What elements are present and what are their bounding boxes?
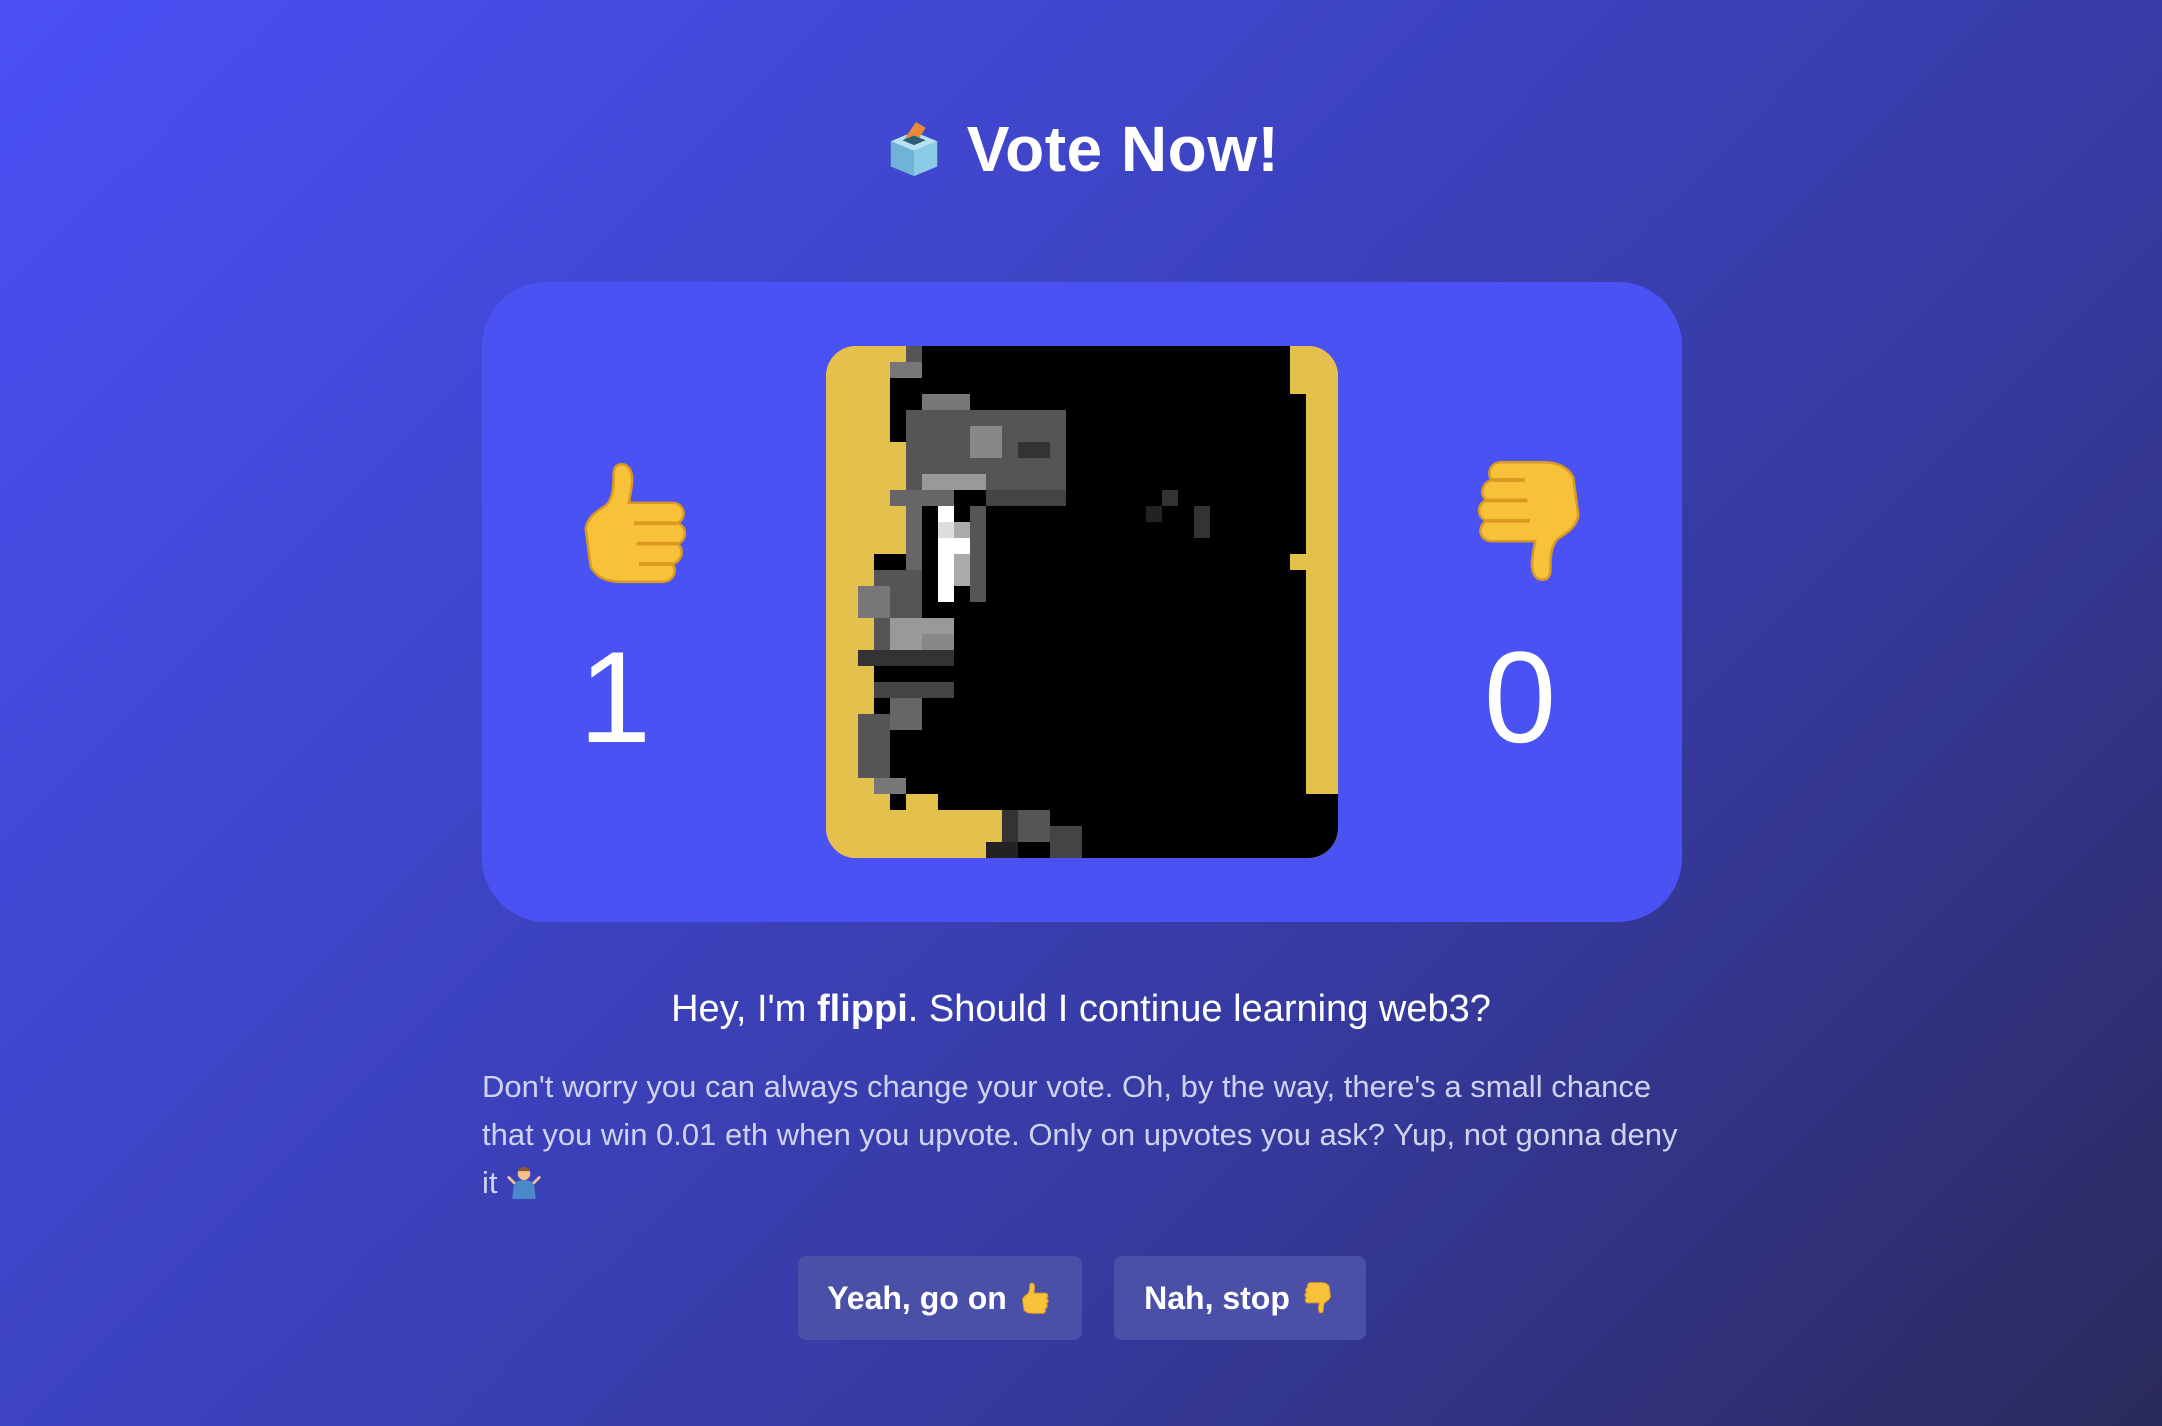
thumbs-down-icon[interactable] (1465, 452, 1595, 592)
downvote-count: 0 (1483, 624, 1557, 770)
no-vote-button[interactable]: Nah, stop (1114, 1256, 1366, 1340)
page-title: Vote Now! (0, 112, 2162, 186)
note-text: Don't worry you can always change your v… (482, 1069, 1678, 1200)
vote-card: 1 0 (482, 282, 1682, 922)
upvote-column: 1 (554, 452, 714, 762)
shrug-icon (507, 1167, 541, 1199)
question-text: Hey, I'm flippi. Should I continue learn… (0, 988, 2162, 1031)
thumbs-down-icon (1304, 1282, 1331, 1314)
title-text: Vote Now! (966, 113, 1280, 185)
ballot-box-icon (890, 121, 937, 177)
vote-note: Don't worry you can always change your v… (482, 1063, 1682, 1207)
question-suffix: . Should I continue learning web3? (907, 988, 1491, 1030)
question-name: flippi (817, 988, 908, 1030)
downvote-column: 0 (1450, 452, 1610, 762)
thumbs-up-icon (1021, 1282, 1049, 1314)
yes-vote-label: Yeah, go on (827, 1279, 1007, 1316)
question-prefix: Hey, I'm (671, 988, 818, 1030)
no-vote-label: Nah, stop (1144, 1279, 1290, 1316)
pixel-avatar-icon (826, 346, 1338, 858)
upvote-count: 1 (578, 624, 652, 770)
avatar-image (826, 346, 1338, 858)
yes-vote-button[interactable]: Yeah, go on (798, 1256, 1082, 1340)
thumbs-up-icon[interactable] (569, 452, 699, 592)
